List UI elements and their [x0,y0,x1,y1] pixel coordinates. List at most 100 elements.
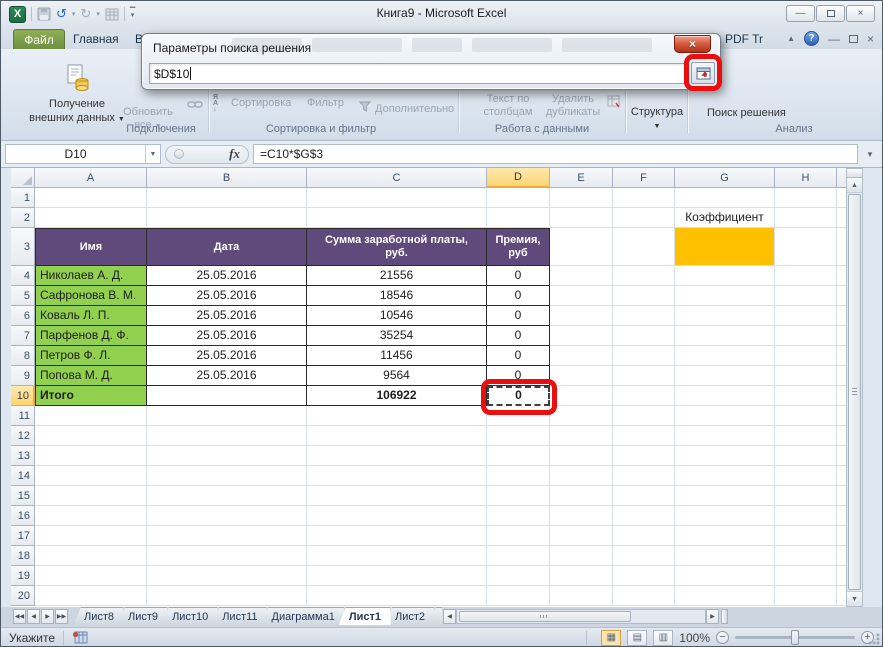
tab-home[interactable]: Главная [73,32,119,46]
cell-A8[interactable]: Петров Ф. Л. [35,346,147,366]
cell-G17[interactable] [675,526,775,546]
cell-F5[interactable] [613,286,675,306]
cell-D4[interactable]: 0 [487,266,550,286]
scroll-left-icon[interactable]: ◀ [443,609,456,624]
cell-F3[interactable] [613,228,675,266]
cell-G4[interactable] [675,266,775,286]
cell-H13[interactable] [775,446,837,466]
zoom-level[interactable]: 100% [679,631,710,645]
cell-B3[interactable]: Дата [147,228,307,266]
cell-F17[interactable] [613,526,675,546]
help-icon[interactable]: ? [803,31,819,46]
cell-E6[interactable] [550,306,613,326]
cell-F13[interactable] [613,446,675,466]
cell-B19[interactable] [147,566,307,586]
cell-A20[interactable] [35,586,147,606]
cell-B10[interactable] [147,386,307,406]
cell-G14[interactable] [675,466,775,486]
cell-E19[interactable] [550,566,613,586]
cell-G1[interactable] [675,188,775,208]
cell-F8[interactable] [613,346,675,366]
solver-button[interactable]: Поиск решения [707,107,786,119]
row-header-12[interactable]: 12 [11,426,35,446]
cell-A16[interactable] [35,506,147,526]
cell-B2[interactable] [147,208,307,228]
cell-G12[interactable] [675,426,775,446]
select-all-corner[interactable] [11,168,35,188]
cell-A4[interactable]: Николаев А. Д. [35,266,147,286]
cell-A9[interactable]: Попова М. Д. [35,366,147,386]
row-header-4[interactable]: 4 [11,266,35,286]
cell-H20[interactable] [775,586,837,606]
cell-F6[interactable] [613,306,675,326]
prev-sheet-icon[interactable]: ◀ [27,609,40,624]
horizontal-scroll-track[interactable] [456,609,706,624]
cell-G11[interactable] [675,406,775,426]
row-header-16[interactable]: 16 [11,506,35,526]
cell-B17[interactable] [147,526,307,546]
cell-D19[interactable] [487,566,550,586]
cell-A2[interactable] [35,208,147,228]
row-header-18[interactable]: 18 [11,546,35,566]
row-header-8[interactable]: 8 [11,346,35,366]
cell-E18[interactable] [550,546,613,566]
cell-C7[interactable]: 35254 [307,326,487,346]
cell-A5[interactable]: Сафронова В. М. [35,286,147,306]
cell-H3[interactable] [775,228,837,266]
column-header-D[interactable]: D [487,168,550,188]
workbook-close-icon[interactable]: × [867,32,874,46]
cell-H1[interactable] [775,188,837,208]
cell-E4[interactable] [550,266,613,286]
cell-C19[interactable] [307,566,487,586]
row-header-15[interactable]: 15 [11,486,35,506]
cell-A15[interactable] [35,486,147,506]
cell-G7[interactable] [675,326,775,346]
tab-split-handle[interactable] [721,609,728,624]
row-header-5[interactable]: 5 [11,286,35,306]
cell-B20[interactable] [147,586,307,606]
expand-dialog-button[interactable] [691,62,715,84]
cell-B9[interactable]: 25.05.2016 [147,366,307,386]
cell-G19[interactable] [675,566,775,586]
column-header-H[interactable]: H [775,168,837,188]
cell-A7[interactable]: Парфенов Д. Ф. [35,326,147,346]
cell-D5[interactable]: 0 [487,286,550,306]
cell-D12[interactable] [487,426,550,446]
sheet-tab-Лист1[interactable]: Лист1 [339,607,391,625]
cell-H6[interactable] [775,306,837,326]
cell-G20[interactable] [675,586,775,606]
formula-input[interactable]: =C10*$G$3 [253,144,858,164]
cell-D11[interactable] [487,406,550,426]
cell-D18[interactable] [487,546,550,566]
cell-D10[interactable]: 0 [487,386,550,406]
close-button[interactable]: × [846,5,875,22]
cell-B13[interactable] [147,446,307,466]
cell-E5[interactable] [550,286,613,306]
split-handle[interactable] [847,169,862,178]
cell-C13[interactable] [307,446,487,466]
cell-E11[interactable] [550,406,613,426]
cell-B15[interactable] [147,486,307,506]
dialog-close-button[interactable]: × [674,35,711,53]
first-sheet-icon[interactable]: ◀◀ [13,609,26,624]
cell-D14[interactable] [487,466,550,486]
cell-G3[interactable] [675,228,775,266]
cell-B12[interactable] [147,426,307,446]
insert-function-icon[interactable]: fx [229,146,240,162]
cell-F14[interactable] [613,466,675,486]
collapse-ribbon-icon[interactable]: ▲ [787,34,795,43]
cell-B6[interactable]: 25.05.2016 [147,306,307,326]
scroll-right-icon[interactable]: ▶ [706,609,719,624]
cell-H5[interactable] [775,286,837,306]
row-header-20[interactable]: 20 [11,586,35,606]
cell-C5[interactable]: 18546 [307,286,487,306]
sheet-tab-Диаграмма1[interactable]: Диаграмма1 [262,607,345,625]
cell-E17[interactable] [550,526,613,546]
cell-H14[interactable] [775,466,837,486]
row-header-9[interactable]: 9 [11,366,35,386]
last-sheet-icon[interactable]: ▶▶ [55,609,68,624]
row-header-6[interactable]: 6 [11,306,35,326]
sheet-tab-Лист2[interactable]: Лист2 [385,607,435,625]
row-header-17[interactable]: 17 [11,526,35,546]
cell-F11[interactable] [613,406,675,426]
